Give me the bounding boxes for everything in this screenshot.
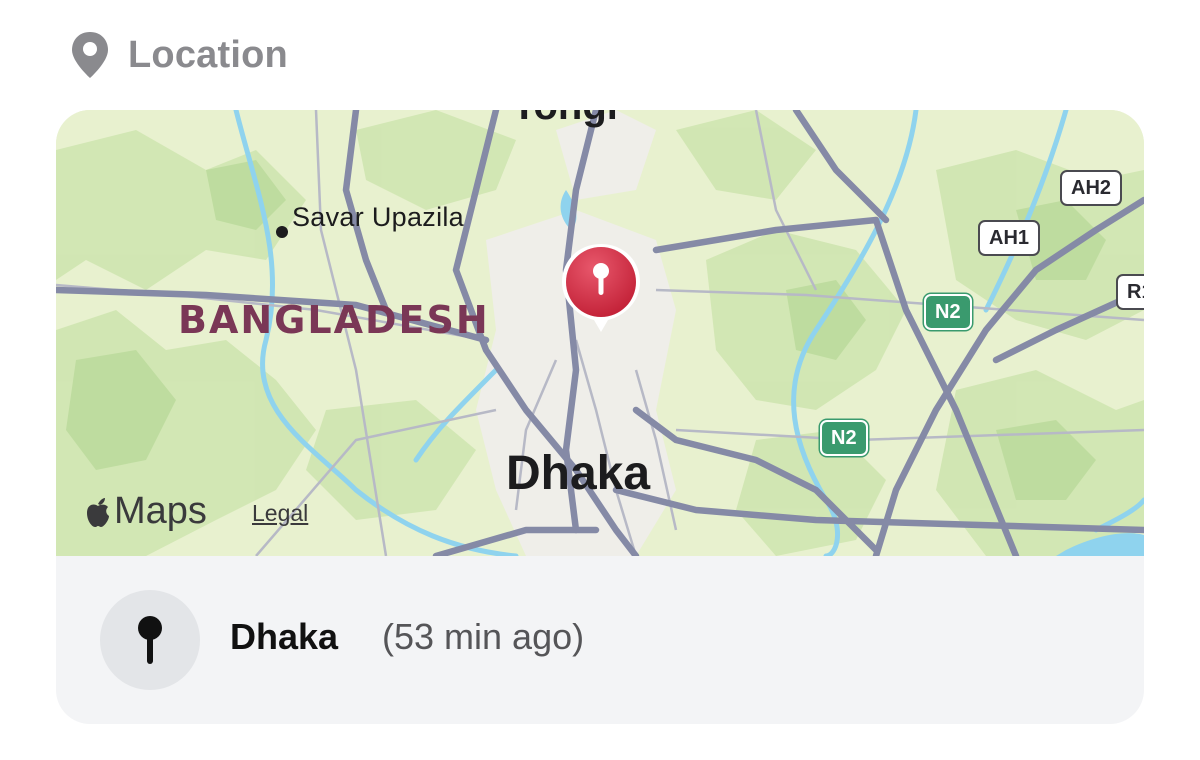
section-header: Location — [70, 30, 288, 80]
road-shield-n2: N2 — [924, 294, 972, 330]
maps-brand: Maps — [84, 490, 207, 533]
location-info-row[interactable]: Dhaka (53 min ago) — [56, 556, 1144, 724]
apple-logo-icon — [84, 496, 112, 528]
map-label-city: Dhaka — [506, 447, 651, 500]
map-marker-icon[interactable] — [556, 240, 646, 340]
location-pin-icon — [72, 32, 108, 78]
map-label-savar: Savar Upazila — [292, 202, 464, 232]
location-icon-circle — [100, 590, 200, 690]
location-name: Dhaka — [230, 616, 339, 657]
legal-link[interactable]: Legal — [252, 500, 308, 527]
map-label-country: BANGLADESH — [178, 298, 490, 342]
road-shield-ah2: AH2 — [1060, 170, 1123, 206]
road-shield-ah1: AH1 — [978, 220, 1041, 256]
road-shield-n2: N2 — [820, 420, 868, 456]
location-card[interactable]: Tongi Savar Upazila BANGLADESH Dhaka AH2… — [56, 110, 1144, 724]
pushpin-icon — [138, 616, 162, 664]
maps-brand-label: Maps — [114, 490, 207, 532]
map-label-tongi: Tongi — [512, 110, 618, 129]
map-view[interactable]: Tongi Savar Upazila BANGLADESH Dhaka AH2… — [56, 110, 1144, 556]
location-time-ago: (53 min ago) — [382, 616, 585, 657]
section-title: Location — [128, 33, 288, 76]
road-shield-r1: R1 — [1116, 274, 1144, 310]
